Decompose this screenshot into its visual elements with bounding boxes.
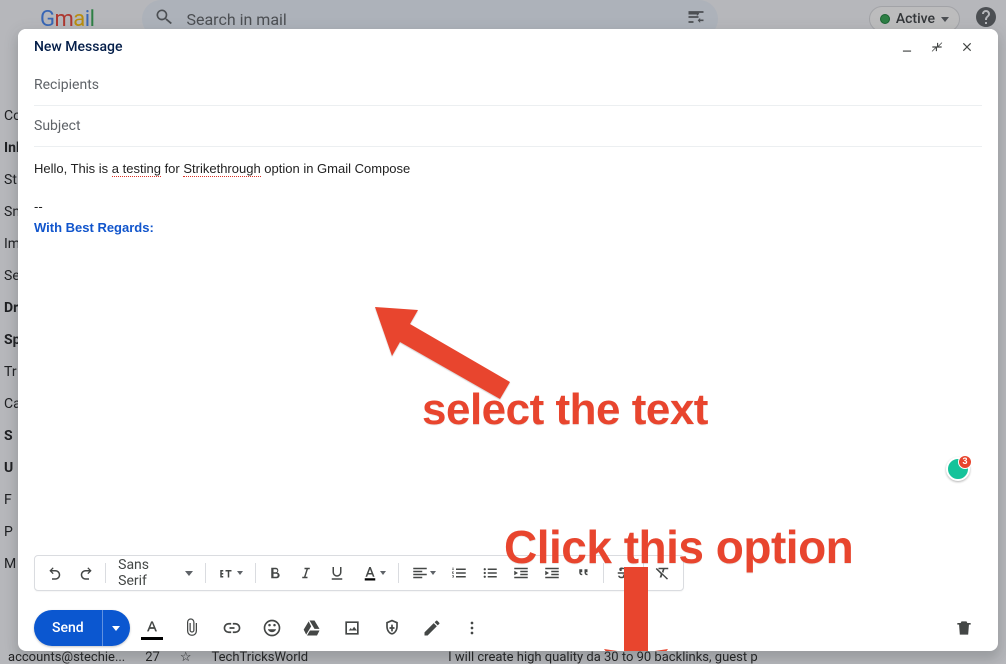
recipients-field[interactable]: Recipients <box>34 65 982 106</box>
font-size-button[interactable] <box>210 557 251 589</box>
send-options-button[interactable] <box>102 610 130 646</box>
attach-file-button[interactable] <box>174 610 210 646</box>
insert-photo-button[interactable] <box>334 610 370 646</box>
text-color-button[interactable] <box>353 557 394 589</box>
font-family-label: Sans Serif <box>118 557 179 589</box>
exit-fullscreen-button[interactable] <box>922 32 952 62</box>
indent-less-button[interactable] <box>506 557 537 589</box>
insert-signature-button[interactable] <box>414 610 450 646</box>
redo-button[interactable] <box>70 557 101 589</box>
text-format-toggle[interactable] <box>134 610 170 646</box>
align-button[interactable] <box>403 557 444 589</box>
spell-error: a testing <box>112 162 161 177</box>
chevron-down-icon <box>430 571 436 575</box>
minimize-button[interactable] <box>892 32 922 62</box>
compose-window: New Message Recipients Subject Hello, Th… <box>18 29 998 651</box>
send-button[interactable]: Send <box>34 610 102 646</box>
more-options-button[interactable] <box>454 610 490 646</box>
chevron-down-icon <box>380 571 386 575</box>
bold-button[interactable] <box>260 557 291 589</box>
insert-link-button[interactable] <box>214 610 250 646</box>
font-family-selector[interactable]: Sans Serif <box>110 557 201 589</box>
compose-header: New Message <box>18 29 998 65</box>
italic-button[interactable] <box>291 557 322 589</box>
compose-body[interactable]: Hello, This is a testing for Strikethrou… <box>18 147 998 555</box>
signature-text: With Best Regards: <box>34 218 982 238</box>
subject-placeholder: Subject <box>34 106 982 146</box>
grammarly-badge[interactable]: 3 <box>946 457 970 481</box>
format-toolbar: Sans Serif <box>34 555 684 591</box>
body-text: Hello, This is a testing for Strikethrou… <box>34 159 982 179</box>
strikethrough-button[interactable] <box>608 557 639 589</box>
spell-error: Strikethrough <box>183 162 260 177</box>
confidential-mode-button[interactable] <box>374 610 410 646</box>
underline-button[interactable] <box>322 557 353 589</box>
undo-button[interactable] <box>39 557 70 589</box>
annotation-arrow-1 <box>370 302 520 412</box>
chevron-down-icon <box>185 571 193 576</box>
chevron-down-icon <box>112 626 120 631</box>
indent-more-button[interactable] <box>537 557 568 589</box>
numbered-list-button[interactable] <box>444 557 475 589</box>
chevron-down-icon <box>237 571 243 575</box>
subject-field[interactable]: Subject <box>34 106 982 147</box>
insert-emoji-button[interactable] <box>254 610 290 646</box>
compose-action-bar: Send <box>18 597 998 651</box>
recipients-placeholder: Recipients <box>34 65 982 105</box>
discard-draft-button[interactable] <box>946 610 982 646</box>
bulleted-list-button[interactable] <box>475 557 506 589</box>
compose-title: New Message <box>34 39 122 55</box>
annotation-text-1: select the text <box>422 377 708 443</box>
remove-formatting-button[interactable] <box>648 557 679 589</box>
signature-separator: -- <box>34 197 982 217</box>
quote-button[interactable] <box>568 557 599 589</box>
close-button[interactable] <box>952 32 982 62</box>
insert-drive-button[interactable] <box>294 610 330 646</box>
send-button-group: Send <box>34 610 130 646</box>
grammarly-count: 3 <box>958 455 972 469</box>
